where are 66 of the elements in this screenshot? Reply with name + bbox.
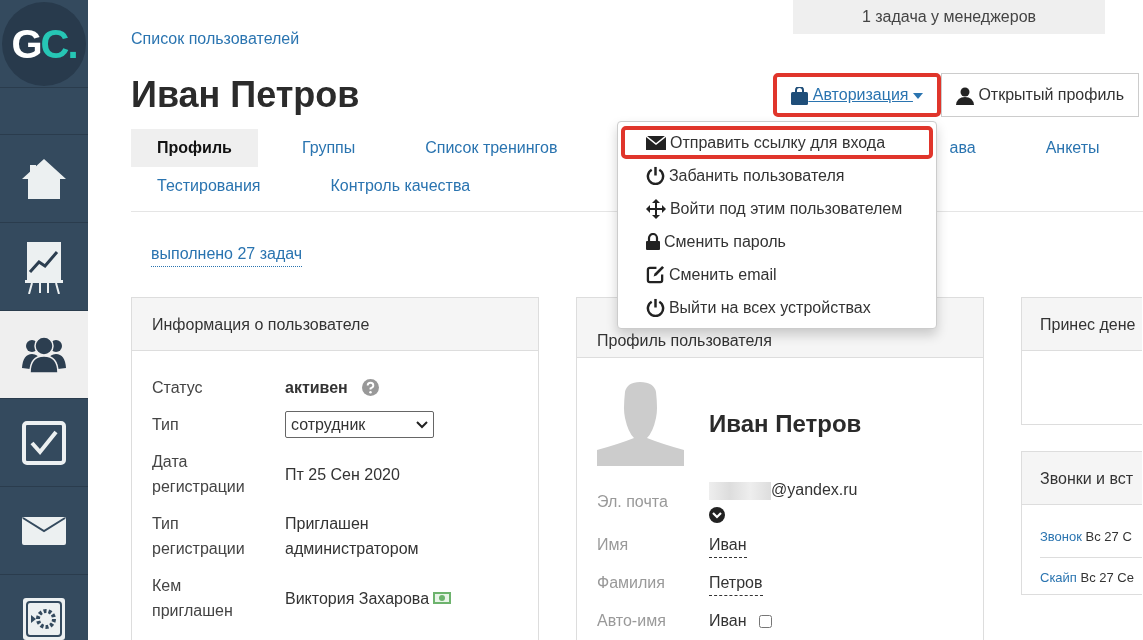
field-label: Тип регистрации — [152, 514, 246, 559]
edit-icon — [645, 265, 665, 284]
card-title: Информация о пользователе — [132, 298, 538, 351]
sidebar-item[interactable] — [0, 311, 88, 399]
field-label: Кем приглашен — [152, 576, 234, 621]
breadcrumb-link[interactable]: Список пользователей — [131, 27, 300, 51]
chart-easel-icon — [24, 239, 64, 294]
bag-icon — [791, 86, 809, 105]
tab[interactable]: Группы — [275, 129, 382, 167]
field-label: Авто-имя — [597, 611, 667, 631]
field-value: Виктория Захарова — [285, 588, 430, 609]
type-select[interactable]: сотрудник — [285, 411, 434, 438]
move-arrows-icon — [645, 198, 666, 219]
home-icon — [20, 156, 68, 201]
field-label: Эл. почта — [597, 492, 669, 512]
checkbox-icon — [22, 420, 66, 465]
tab[interactable]: Анкеты — [1019, 129, 1126, 167]
menu-item[interactable]: Войти под этим пользователем — [620, 192, 933, 225]
power-icon — [645, 166, 665, 185]
manager-tasks-banner: 1 задача у менеджеров — [793, 0, 1105, 34]
menu-item[interactable]: Забанить пользователя — [620, 159, 933, 192]
field-value: Приглашен администратором — [285, 514, 420, 559]
menu-item[interactable]: Отправить ссылку для входа — [620, 126, 933, 159]
public-profile-button[interactable]: Открытый профиль — [940, 73, 1139, 117]
field-label: Имя — [597, 535, 630, 555]
authorization-dropdown-button[interactable]: Авторизация — [773, 73, 941, 117]
call-link[interactable]: Скайп — [1040, 567, 1077, 587]
editable-value[interactable]: Иван — [709, 532, 747, 558]
editable-value[interactable]: Петров — [709, 570, 763, 596]
field-value: Иван — [709, 611, 747, 631]
lock-icon — [645, 233, 660, 250]
call-date: Вс 27 Се — [1079, 568, 1134, 587]
menu-item[interactable]: Сменить пароль — [620, 225, 933, 258]
status-value: активен — [285, 378, 348, 398]
call-date: Вс 27 С — [1084, 528, 1132, 546]
field-label: Фамилия — [597, 573, 666, 593]
tab[interactable]: Профиль — [131, 129, 258, 167]
tab[interactable]: ава — [949, 129, 1002, 167]
field-value: Пт 25 Сен 2020 — [285, 464, 400, 485]
tab[interactable]: Контроль качества — [304, 167, 497, 205]
users-icon — [21, 335, 67, 374]
completed-tasks-link[interactable]: выполнено 27 задач — [151, 242, 303, 267]
card-title: Принес дене — [1022, 298, 1142, 351]
chevron-circle-icon — [709, 506, 725, 523]
field-label: Статус — [152, 378, 204, 398]
blurred-text — [709, 481, 771, 500]
person-icon — [955, 86, 974, 105]
call-link[interactable]: Звонок — [1040, 527, 1082, 547]
caret-icon — [912, 92, 923, 99]
chevron-down-icon — [416, 420, 428, 429]
field-label: Тип — [152, 415, 180, 435]
tab[interactable]: Список тренингов — [399, 129, 584, 167]
auto-name-checkbox[interactable] — [758, 614, 772, 628]
money-icon — [433, 591, 452, 605]
help-icon — [361, 379, 379, 396]
power-icon — [645, 298, 665, 317]
email-value: @yandex.ru — [771, 481, 858, 498]
envelope-icon — [22, 516, 66, 545]
page-title: Иван Петров — [131, 73, 360, 117]
menu-item[interactable]: Сменить email — [620, 258, 933, 291]
envelope-icon — [645, 134, 666, 151]
tab[interactable]: Тестирования — [131, 167, 287, 205]
field-label: Дата регистрации — [152, 452, 246, 497]
logo[interactable]: GC. — [2, 1, 86, 86]
profile-name: Иван Петров — [709, 409, 862, 439]
card-title: Звонки и вст — [1022, 452, 1142, 505]
